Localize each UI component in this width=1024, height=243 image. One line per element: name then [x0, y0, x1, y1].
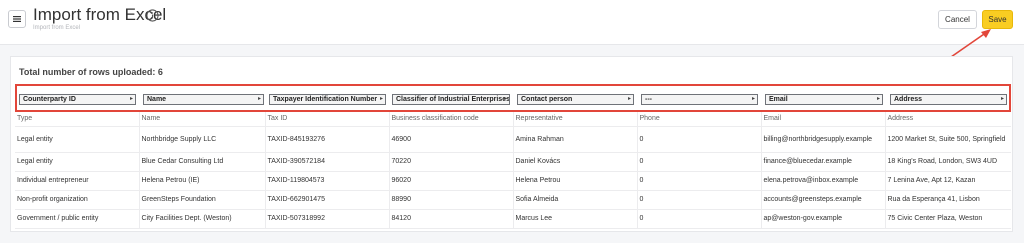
table-cell: Type	[15, 112, 140, 127]
breadcrumb[interactable]: Import from Excel	[33, 25, 80, 31]
column-select-label: ---	[645, 96, 652, 103]
table-cell: Amina Rahman	[513, 126, 638, 153]
column-select-label: Address	[894, 96, 923, 103]
table-row: Government / public entity City Facilitie…	[15, 209, 1011, 229]
table-cell: 88990	[389, 190, 514, 210]
caret-icon: ▸	[257, 96, 261, 102]
table-cell: Individual entrepreneur	[15, 171, 140, 191]
table-row: Non-profit organization GreenSteps Founda…	[15, 190, 1011, 210]
table-row: Legal entity Blue Cedar Consulting Ltd TAX…	[15, 152, 1011, 172]
table-cell: 70220	[389, 152, 514, 172]
table-cell: TAXID-119804573	[265, 171, 390, 191]
table-cell: finance@bluecedar.example	[761, 152, 886, 172]
table-cell: Helena Petrou	[513, 171, 638, 191]
table-cell: City Facilities Dept. (Weston)	[139, 209, 266, 229]
hamburger-icon	[13, 16, 21, 22]
caret-icon: ▸	[876, 96, 880, 102]
table-cell: Legal entity	[15, 152, 140, 172]
table-cell: 0	[637, 190, 762, 210]
column-select-6[interactable]: --- ▸	[641, 94, 758, 105]
table-cell: TAXID-390572184	[265, 152, 390, 172]
caret-icon: ▸	[129, 96, 133, 102]
rows-count-label: Total number of rows uploaded: 6	[19, 67, 163, 77]
table-cell: Blue Cedar Consulting Ltd	[139, 152, 266, 172]
table-cell: elena.petrova@inbox.example	[761, 171, 886, 191]
column-select-3[interactable]: Taxpayer Identification Number ▸	[269, 94, 386, 105]
table-cell: 46900	[389, 126, 514, 153]
table-cell: Legal entity	[15, 126, 140, 153]
column-select-label: Email	[769, 96, 788, 103]
column-select-label: Classifier of Industrial Enterprises	[396, 96, 510, 103]
table-cell: TAXID-507318992	[265, 209, 390, 229]
table-row: Legal entity Northbridge Supply LLC TAXID-…	[15, 126, 1011, 153]
column-select-4[interactable]: Classifier of Industrial Enterprises ▸	[392, 94, 510, 105]
table-row: Individual entrepreneur Helena Petrou (IE…	[15, 171, 1011, 191]
menu-button[interactable]	[8, 10, 26, 28]
top-bar: Import from Excel Import from Excel Canc…	[0, 0, 1024, 45]
table-cell: 0	[637, 171, 762, 191]
table-cell: TAXID-845193276	[265, 126, 390, 153]
column-mapping-row: Counterparty ID ▸ Name ▸ Taxpayer Identifi…	[15, 84, 1011, 112]
table-cell: 18 King's Road, London, SW3 4UD	[885, 152, 1011, 172]
column-select-label: Contact person	[521, 96, 573, 103]
table-cell: accounts@greensteps.example	[761, 190, 886, 210]
column-select-2[interactable]: Name ▸	[143, 94, 264, 105]
caret-icon: ▸	[627, 96, 631, 102]
table-cell: ap@weston-gov.example	[761, 209, 886, 229]
table-cell: Marcus Lee	[513, 209, 638, 229]
caret-icon: ▸	[503, 96, 507, 102]
caret-icon: ▸	[1000, 96, 1004, 102]
caret-icon: ▸	[379, 96, 383, 102]
table-cell: Government / public entity	[15, 209, 140, 229]
table-cell: Tax ID	[265, 112, 390, 127]
table-cell: TAXID-662901475	[265, 190, 390, 210]
table-cell: GreenSteps Foundation	[139, 190, 266, 210]
table-cell: billing@northbridgesupply.example	[761, 126, 886, 153]
table-cell: Business classification code	[389, 112, 514, 127]
table-cell: Email	[761, 112, 886, 127]
column-select-7[interactable]: Email ▸	[765, 94, 883, 105]
caret-icon: ▸	[751, 96, 755, 102]
table-cell: 1200 Market St, Suite 500, Springfield	[885, 126, 1011, 153]
column-select-8[interactable]: Address ▸	[890, 94, 1007, 105]
table-cell: 0	[637, 126, 762, 153]
column-select-1[interactable]: Counterparty ID ▸	[19, 94, 136, 105]
table-cell: Phone	[637, 112, 762, 127]
table-cell: 0	[637, 209, 762, 229]
preview-table: Type Name Tax ID Business classification co…	[15, 112, 1011, 229]
table-cell: Rua da Esperança 41, Lisbon	[885, 190, 1011, 210]
table-header-row: Type Name Tax ID Business classification co…	[15, 112, 1011, 127]
column-select-label: Counterparty ID	[23, 96, 76, 103]
table-cell: 7 Lenina Ave, Apt 12, Kazan	[885, 171, 1011, 191]
table-cell: 0	[637, 152, 762, 172]
table-cell: Non-profit organization	[15, 190, 140, 210]
table-cell: Helena Petrou (IE)	[139, 171, 266, 191]
table-cell: Sofia Almeida	[513, 190, 638, 210]
column-select-label: Taxpayer Identification Number	[273, 96, 378, 103]
column-select-label: Name	[147, 96, 167, 103]
table-cell: 75 Civic Center Plaza, Weston	[885, 209, 1011, 229]
import-card: Total number of rows uploaded: 6 Counter…	[10, 56, 1013, 232]
table-cell: Daniel Kovács	[513, 152, 638, 172]
annotation-arrow	[950, 29, 991, 58]
info-icon[interactable]	[146, 9, 159, 22]
table-cell: 84120	[389, 209, 514, 229]
column-select-5[interactable]: Contact person ▸	[517, 94, 634, 105]
table-cell: Northbridge Supply LLC	[139, 126, 266, 153]
table-cell: Address	[885, 112, 1011, 127]
table-cell: Representative	[513, 112, 638, 127]
table-cell: Name	[139, 112, 266, 127]
table-cell: 96020	[389, 171, 514, 191]
